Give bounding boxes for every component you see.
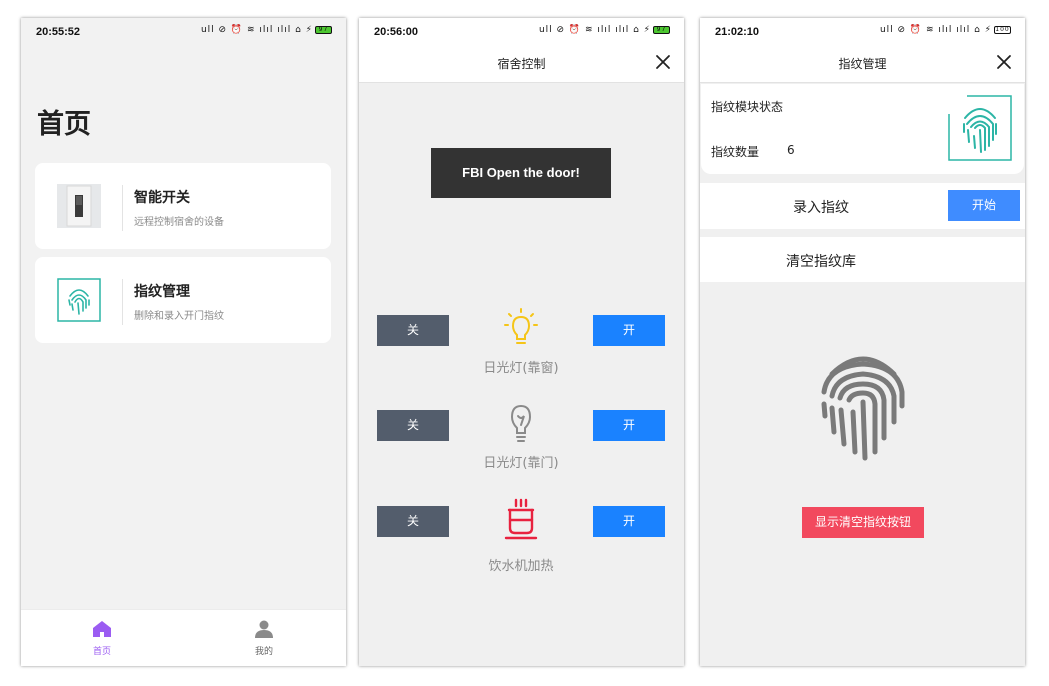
battery-icon: 97 — [315, 25, 332, 34]
device-2-off-button[interactable]: 关 — [377, 410, 449, 441]
light-switch-icon — [57, 184, 101, 228]
clear-library-label: 清空指纹库 — [786, 254, 856, 270]
fingerprint-icon — [57, 278, 101, 322]
nav-title: 宿舍控制 — [497, 57, 546, 71]
fingerprint-count-value: 6 — [787, 143, 795, 157]
tab-mine-label: 我的 — [254, 647, 273, 657]
tab-bar: 首页 我的 — [21, 609, 346, 666]
lightbulb-off-icon — [510, 404, 532, 442]
status-time: 20:56:00 — [374, 26, 419, 38]
status-time: 20:55:52 — [36, 26, 81, 38]
tab-home-label: 首页 — [92, 647, 111, 657]
show-clear-fingerprint-button[interactable]: 显示清空指纹按钮 — [802, 507, 924, 538]
status-icons: ull ⊘ ⏰ ≋ ılıl ılıl ⌂ ⚡ 97 — [201, 25, 332, 35]
card-fingerprint-management[interactable]: 指纹管理 删除和录入开门指纹 — [35, 257, 331, 343]
fingerprint-management-screen: 21:02:10 ull ⊘ ⏰ ≋ ılıl ılıl ⌂ ⚡ 100 指纹管理… — [700, 18, 1025, 666]
home-screen: 20:55:52 ull ⊘ ⏰ ≋ ılıl ılıl ⌂ ⚡ 97 首页 智能… — [21, 18, 346, 666]
nav-bar: 宿舍控制 — [359, 43, 684, 83]
status-bar: 21:02:10 ull ⊘ ⏰ ≋ ılıl ılıl ⌂ ⚡ 100 — [700, 18, 1025, 43]
home-icon — [93, 621, 111, 637]
close-icon[interactable] — [995, 53, 1013, 71]
page-title: 首页 — [37, 109, 91, 140]
lightbulb-on-icon — [504, 308, 538, 344]
battery-icon: 97 — [653, 25, 670, 34]
card-subtitle: 远程控制宿舍的设备 — [134, 217, 224, 228]
module-status-card: 指纹模块状态 指纹数量 6 — [701, 84, 1024, 174]
card-title: 指纹管理 — [134, 284, 190, 300]
status-bar: 20:55:52 ull ⊘ ⏰ ≋ ılıl ılıl ⌂ ⚡ 97 — [21, 18, 346, 43]
card-title: 智能开关 — [134, 190, 190, 206]
fingerprint-large-icon — [821, 356, 905, 461]
enroll-fingerprint-row: 录入指纹 开始 — [700, 183, 1025, 229]
card-divider — [122, 185, 123, 231]
device-2-label: 日光灯(靠门) — [483, 456, 559, 471]
close-icon[interactable] — [654, 53, 672, 71]
status-time: 21:02:10 — [715, 26, 760, 38]
device-1-off-button[interactable]: 关 — [377, 315, 449, 346]
card-divider — [122, 279, 123, 325]
device-2-on-button[interactable]: 开 — [593, 410, 665, 441]
nav-title: 指纹管理 — [838, 57, 887, 71]
toast-message: FBI Open the door! — [431, 148, 611, 198]
device-3-off-button[interactable]: 关 — [377, 506, 449, 537]
card-subtitle: 删除和录入开门指纹 — [134, 311, 224, 322]
clear-fingerprint-library-row[interactable]: 清空指纹库 — [700, 237, 1025, 282]
status-icon-strip: ull ⊘ ⏰ ≋ ılıl ılıl ⌂ ⚡ — [538, 25, 651, 35]
tab-mine[interactable]: 我的 — [234, 620, 294, 657]
status-icons: ull ⊘ ⏰ ≋ ılıl ılıl ⌂ ⚡ 97 — [539, 25, 670, 35]
status-icons: ull ⊘ ⏰ ≋ ılıl ılıl ⌂ ⚡ 100 — [880, 25, 1011, 35]
user-icon — [255, 620, 273, 638]
status-bar: 20:56:00 ull ⊘ ⏰ ≋ ılıl ılıl ⌂ ⚡ 97 — [359, 18, 684, 43]
fingerprint-count-label: 指纹数量 — [711, 145, 760, 159]
fingerprint-icon — [948, 95, 1012, 161]
enroll-label: 录入指纹 — [793, 200, 849, 216]
battery-icon: 100 — [994, 25, 1011, 34]
device-1-on-button[interactable]: 开 — [593, 315, 665, 346]
module-status-label: 指纹模块状态 — [711, 100, 784, 114]
status-icon-strip: ull ⊘ ⏰ ≋ ılıl ılıl ⌂ ⚡ — [879, 25, 992, 35]
device-1-label: 日光灯(靠窗) — [483, 361, 559, 376]
kettle-icon — [504, 498, 538, 540]
status-icon-strip: ull ⊘ ⏰ ≋ ılıl ılıl ⌂ ⚡ — [200, 25, 313, 35]
device-3-label: 饮水机加热 — [488, 559, 554, 574]
nav-bar: 指纹管理 — [700, 43, 1025, 83]
start-enroll-button[interactable]: 开始 — [948, 190, 1020, 221]
dorm-control-screen: 20:56:00 ull ⊘ ⏰ ≋ ılıl ılıl ⌂ ⚡ 97 宿舍控制 … — [359, 18, 684, 666]
card-smart-switch[interactable]: 智能开关 远程控制宿舍的设备 — [35, 163, 331, 249]
device-3-on-button[interactable]: 开 — [593, 506, 665, 537]
tab-home[interactable]: 首页 — [72, 620, 132, 657]
